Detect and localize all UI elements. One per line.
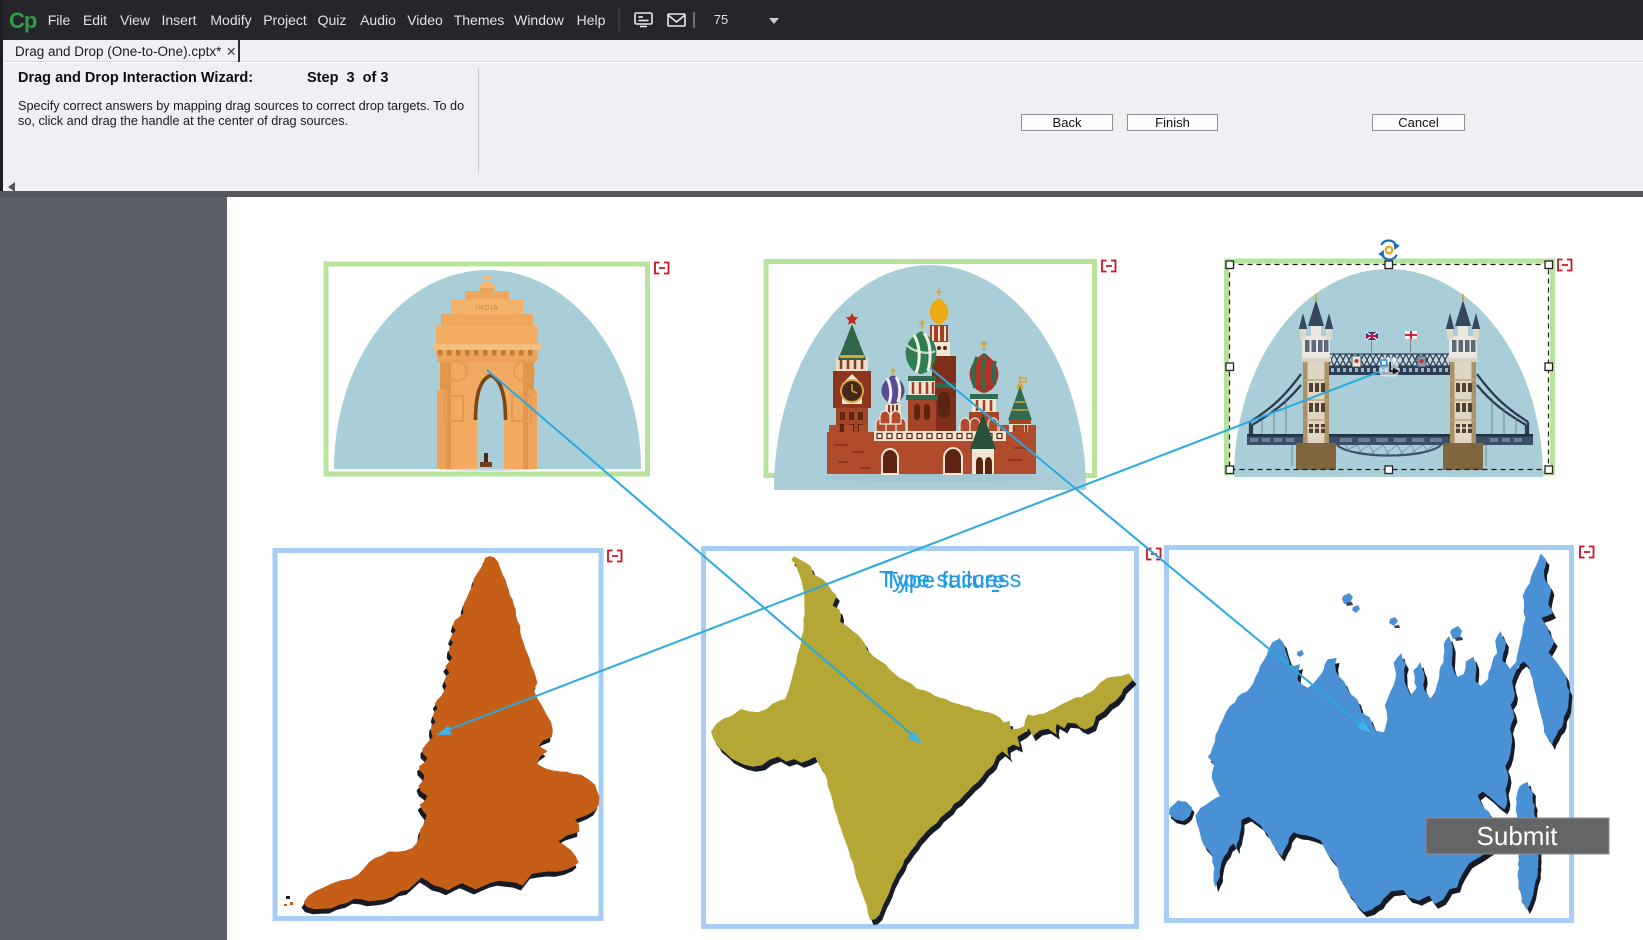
svg-text:Type failure: Type failure [884,567,1005,593]
svg-text:Submit: Submit [1477,821,1559,851]
svg-text:INDIA: INDIA [475,305,499,312]
